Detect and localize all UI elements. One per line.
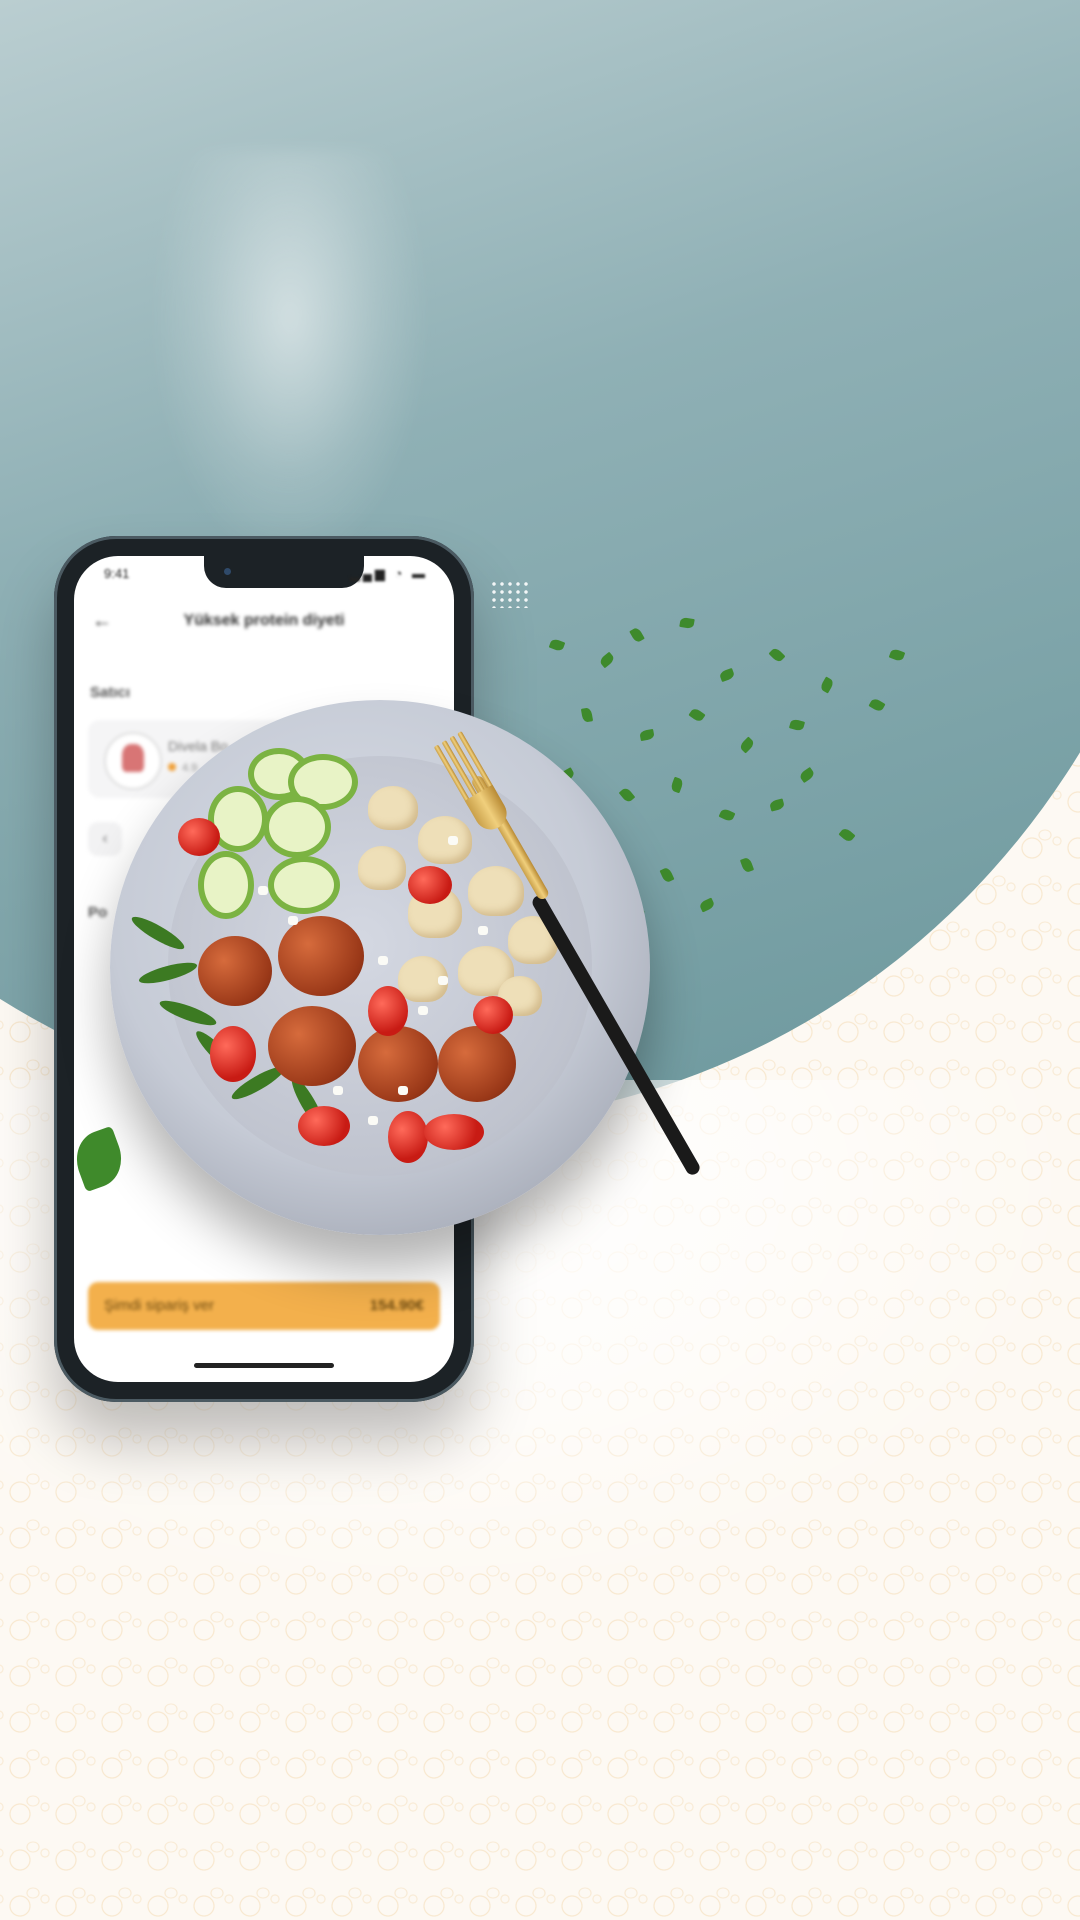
star-icon — [168, 763, 176, 771]
seller-section-label: Satıcı — [90, 684, 131, 701]
status-icons: ▂▄▆ ◔ ▬ — [349, 566, 428, 581]
chevron-left-icon[interactable]: ‹ — [88, 822, 122, 856]
app-header: ← Yüksek protein diyeti — [74, 608, 454, 638]
home-indicator — [194, 1363, 334, 1368]
order-price: 154.90€ — [369, 1297, 424, 1314]
seller-rating: 4.9 — [168, 762, 197, 774]
seller-logo — [104, 732, 162, 790]
section-label-partial: Po — [88, 904, 108, 921]
page-title: Yüksek protein diyeti — [183, 612, 345, 629]
order-button-label: Şimdi sipariş ver — [104, 1297, 215, 1314]
camera-icon — [224, 568, 231, 575]
plate-inner — [128, 748, 592, 1176]
phone-notch — [204, 556, 364, 588]
order-now-button[interactable]: Şimdi sipariş ver 154.90€ — [88, 1282, 440, 1330]
dots-decoration — [490, 580, 530, 608]
status-time: 9:41 — [104, 566, 130, 581]
steam — [150, 150, 430, 570]
